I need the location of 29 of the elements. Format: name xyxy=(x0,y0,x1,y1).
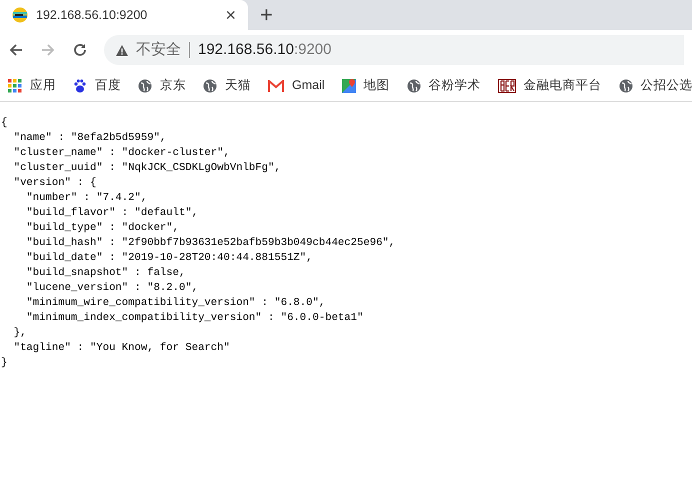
security-label: 不安全 xyxy=(136,40,181,60)
map-pin-icon xyxy=(342,78,356,92)
bookmark-item[interactable]: 百度 xyxy=(73,76,121,95)
new-tab-button[interactable]: + xyxy=(260,0,273,30)
bookmark-item[interactable]: Gmail xyxy=(268,76,325,95)
bookmark-item[interactable]: 地图 xyxy=(342,76,390,95)
bookmark-item[interactable]: 金融电商平台 xyxy=(498,76,602,95)
browser-tab[interactable]: 192.168.56.10:9200 × xyxy=(0,0,248,30)
bookmark-item[interactable]: 谷粉学术 xyxy=(406,76,481,95)
back-icon[interactable] xyxy=(8,42,24,58)
close-tab-button[interactable]: × xyxy=(225,2,236,28)
url-text: 192.168.56.10:9200 xyxy=(198,40,332,60)
globe-icon xyxy=(406,78,421,92)
bookmark-item[interactable]: 天猫 xyxy=(203,76,251,95)
address-bar[interactable]: 不安全 192.168.56.10:9200 xyxy=(104,35,684,65)
apps-grid-icon xyxy=(8,78,22,92)
mail-icon xyxy=(268,80,284,92)
ber-logo-icon xyxy=(498,78,516,92)
bookmark-item[interactable]: 应用 xyxy=(8,76,56,95)
globe-icon xyxy=(203,78,217,92)
bookmark-item[interactable]: 京东 xyxy=(138,76,186,95)
json-response-text: { "name" : "8efa2b5d5959", "cluster_name" : "docker-cluster", "cluster_uuid" : "NqkJCK_CSDKLgOwbVnlbFg", "version" : { "number" : "7.4.2", "build_flavor" : "default", "build_type" : "docker", "build_hash" : "2f90bbf7b93631e52bafb59b3b049cb44ec25e96", "build_date" : "2019-10-28T20:40:44.881551Z", "build_snapshot" : false, "lucene_version" : "8.2.0", "minimum_wire_compatibility_version" : "6.8.0", "minimum_index_compatibility_version" : "6.0.0-beta1" }, "tagline" : "You Know, for Search" } xyxy=(1,116,396,371)
tab-title: 192.168.56.10:9200 xyxy=(36,6,148,24)
bookmark-item[interactable]: 公招公选 xyxy=(618,76,692,95)
globe-icon xyxy=(138,78,152,92)
globe-icon xyxy=(618,78,633,92)
warning-icon xyxy=(116,44,128,56)
reload-icon[interactable] xyxy=(72,42,88,58)
paw-icon xyxy=(73,78,87,92)
